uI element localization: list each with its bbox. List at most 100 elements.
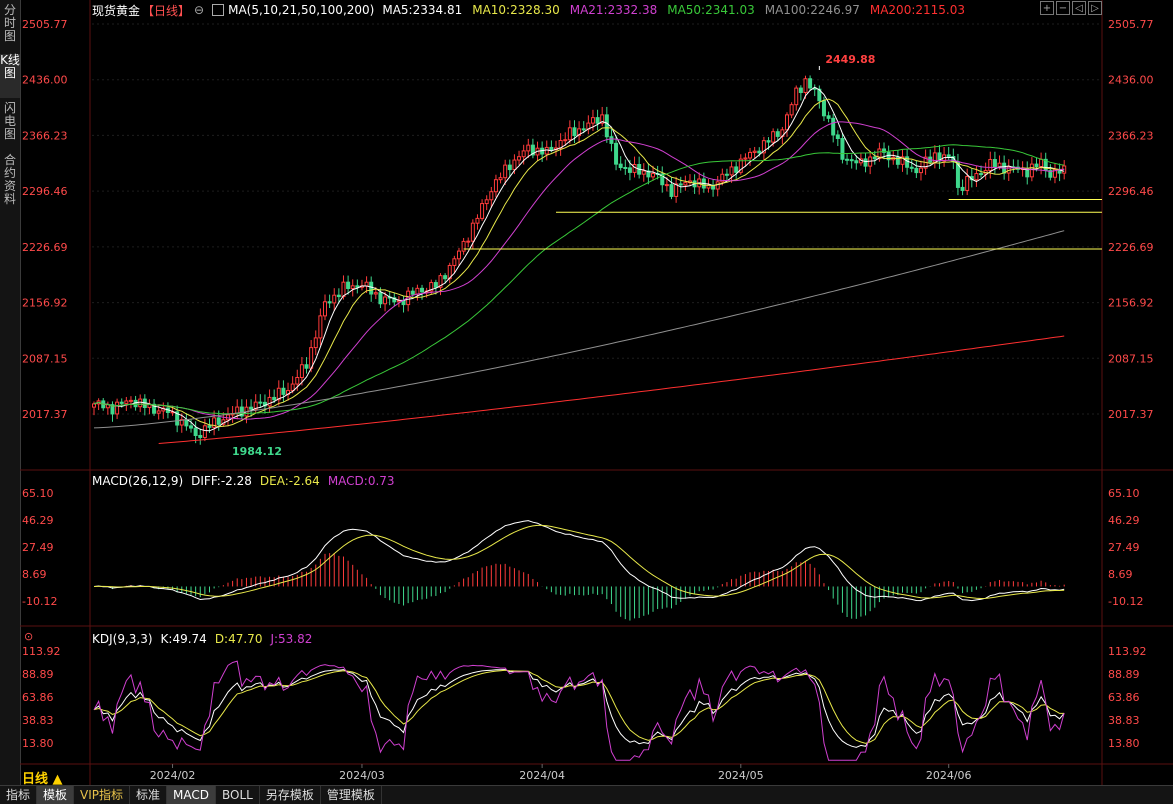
x-tick-label: 2024/02 <box>150 769 196 782</box>
y-tick-left: 2087.15 <box>22 352 68 365</box>
tab-boll[interactable]: BOLL <box>216 786 260 804</box>
y-tick-right: 2017.37 <box>1108 408 1154 421</box>
candle-body <box>974 173 979 181</box>
candle-body <box>748 151 753 159</box>
y-tick-left: 2505.77 <box>22 18 68 31</box>
kdj-y-tick-left: 13.80 <box>22 737 54 750</box>
candle-body <box>1034 163 1039 168</box>
macd-y-tick-left: 46.29 <box>22 514 54 527</box>
tab-save-template[interactable]: 另存模板 <box>260 786 321 804</box>
kdj-y-tick-left: 88.89 <box>22 668 54 681</box>
y-tick-right: 2296.46 <box>1108 185 1154 198</box>
kdj-y-tick-right: 88.89 <box>1108 668 1140 681</box>
candle-body <box>493 179 498 193</box>
candle-body <box>808 78 813 89</box>
candle-body <box>156 410 161 414</box>
macd-y-tick-left: 27.49 <box>22 541 54 554</box>
ma-value-0: MA5:2334.81 <box>382 3 463 17</box>
candle-body <box>341 281 346 298</box>
candle-body <box>396 300 401 303</box>
candle-body <box>304 364 309 369</box>
chart-canvas[interactable]: 2505.77 2505.77 2436.00 2436.00 2366.23 2366.… <box>0 0 1173 785</box>
candle-body <box>346 281 351 289</box>
tab-vip-indicator[interactable]: VIP指标 <box>74 786 131 804</box>
candle-body <box>202 425 207 438</box>
candle-body <box>521 150 526 158</box>
ma-value-2: MA21:2332.38 <box>569 3 658 17</box>
candle-body <box>272 396 277 401</box>
tab-indicator[interactable]: 指标 <box>0 786 38 804</box>
candle-body <box>507 164 512 171</box>
kdj-k-line <box>93 668 1065 748</box>
y-tick-right: 2436.00 <box>1108 74 1154 87</box>
kdj-y-tick-left: 113.92 <box>22 645 61 658</box>
y-tick-left: 2226.69 <box>22 241 68 254</box>
y-tick-right: 2505.77 <box>1108 18 1154 31</box>
candle-body <box>641 170 646 175</box>
candle-body <box>433 282 438 288</box>
candle-body <box>456 250 461 260</box>
ma-value-5: MA200:2115.03 <box>869 3 965 17</box>
low-annotation: 1984.12 <box>232 445 282 458</box>
scroll-right-icon[interactable]: ▷ <box>1088 1 1102 15</box>
candle-body <box>323 301 327 317</box>
zoom-out-icon[interactable]: − <box>1056 1 1070 15</box>
candle-body <box>299 364 304 379</box>
candle-body <box>258 401 263 404</box>
candle-body <box>789 104 794 116</box>
tab-manage-template[interactable]: 管理模板 <box>321 786 382 804</box>
high-annotation: 2449.88 <box>825 53 875 66</box>
y-tick-right: 2156.92 <box>1108 297 1154 310</box>
ma-settings-icon[interactable] <box>212 4 225 16</box>
y-tick-left: 2366.23 <box>22 129 68 142</box>
y-tick-right: 2226.69 <box>1108 241 1154 254</box>
candle-body <box>189 425 194 429</box>
candle-body <box>651 173 656 178</box>
zoom-in-icon[interactable]: + <box>1040 1 1054 15</box>
macd-dea: DEA:-2.64 <box>259 474 320 488</box>
candle-body <box>845 158 850 161</box>
candle-body <box>821 100 826 117</box>
indicator-settings-icon[interactable]: ⊙ <box>24 630 33 643</box>
candle-body <box>526 144 531 152</box>
candle-body <box>489 191 494 201</box>
candle-body <box>138 398 143 408</box>
candle-body <box>863 158 868 167</box>
candle-body <box>729 166 734 176</box>
macd-diff: DIFF:-2.28 <box>191 474 252 488</box>
candle-body <box>336 294 341 298</box>
candle-body <box>992 159 997 168</box>
tab-standard[interactable]: 标准 <box>130 786 168 804</box>
scroll-left-icon[interactable]: ◁ <box>1072 1 1086 15</box>
candle-body <box>410 290 415 295</box>
candle-body <box>512 159 517 171</box>
ma-value-1: MA10:2328.30 <box>472 3 560 17</box>
ma-values: MA5:2334.81 MA10:2328.30 MA21:2332.38 MA50:… <box>382 3 965 17</box>
candle-body <box>544 146 549 155</box>
candle-body <box>475 217 480 224</box>
tab-macd[interactable]: MACD <box>167 786 217 804</box>
tab-template[interactable]: 模板 <box>37 786 75 804</box>
y-tick-left: 2156.92 <box>22 297 68 310</box>
candle-body <box>831 117 836 136</box>
candle-body <box>498 177 503 181</box>
candle-body <box>198 434 203 438</box>
candle-body <box>503 164 508 179</box>
candle-body <box>803 78 808 93</box>
candle-body <box>313 337 318 349</box>
candle-body <box>415 287 420 295</box>
candle-body <box>327 301 332 304</box>
candle-body <box>618 163 623 168</box>
period-tag: 【日线】 <box>142 3 191 18</box>
candle-body <box>92 403 96 408</box>
macd-y-tick-right: -10.12 <box>1108 595 1143 608</box>
candle-body <box>766 140 771 143</box>
candle-body <box>590 117 595 124</box>
lock-icon[interactable]: ⊖ <box>194 3 204 17</box>
candle-body <box>332 294 337 304</box>
candle-body <box>563 139 568 142</box>
candle-body <box>364 281 369 287</box>
candle-body <box>249 406 254 410</box>
candle-body <box>988 159 993 172</box>
candle-body <box>743 157 748 160</box>
